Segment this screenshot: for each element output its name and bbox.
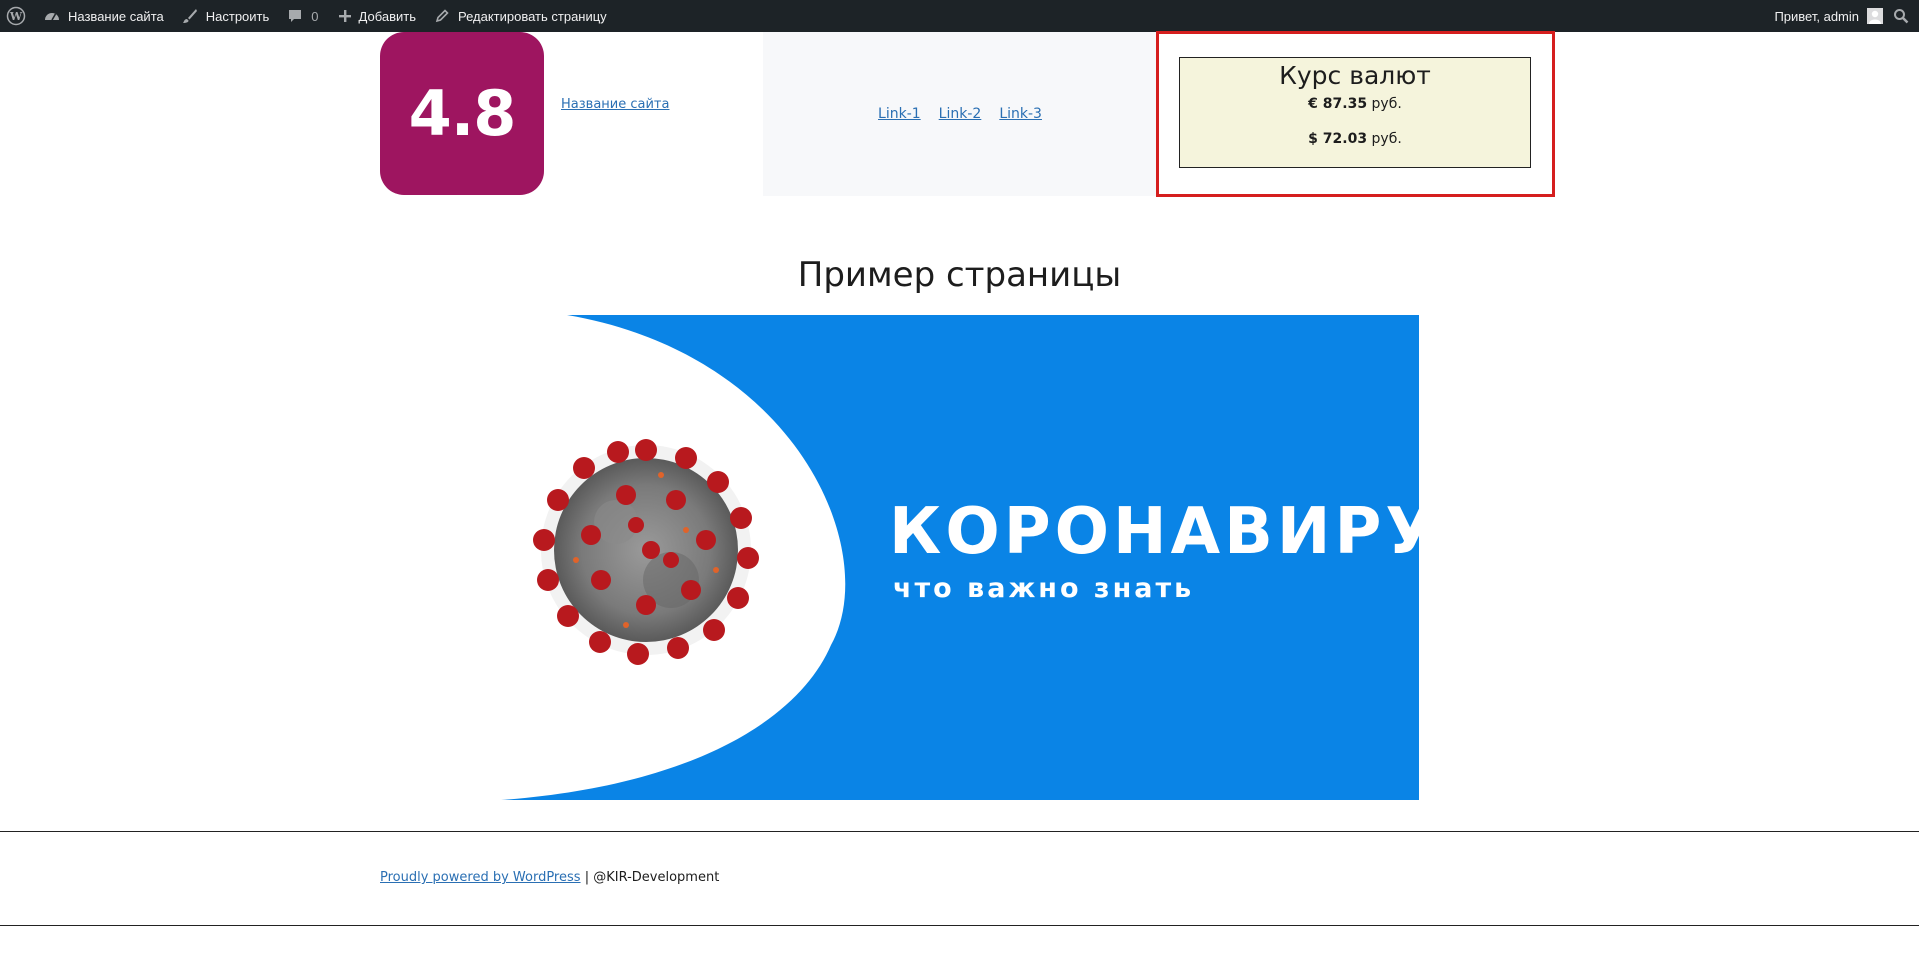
powered-by-link[interactable]: Proudly powered by WordPress xyxy=(380,870,581,885)
footer-divider-top xyxy=(0,831,1919,832)
nav-link-2[interactable]: Link-2 xyxy=(939,106,982,122)
rate-dollar: $ 72.03 руб. xyxy=(1180,130,1530,148)
avatar xyxy=(1867,8,1883,24)
currency-title: Курс валют xyxy=(1279,61,1431,90)
nav-link-1[interactable]: Link-1 xyxy=(878,106,921,122)
customize-menu[interactable]: Настроить xyxy=(172,0,278,32)
footer-separator: | xyxy=(584,870,590,885)
banner-title: КОРОНАВИРУС xyxy=(889,495,1419,569)
footer-divider-bottom xyxy=(0,925,1919,926)
rate-euro: € 87.35 руб. xyxy=(1180,95,1530,113)
banner-subtitle: что важно знать xyxy=(893,573,1195,604)
admin-bar-right: Привет, admin xyxy=(1766,0,1919,32)
admin-bar-left: W Название сайта Настроить 0 Добавить Ре… xyxy=(0,0,615,32)
wordpress-logo-menu[interactable]: W xyxy=(0,0,34,32)
footer-credit: @KIR-Development xyxy=(593,870,720,885)
euro-value: 87.35 xyxy=(1322,96,1368,112)
coronavirus-banner-image: КОРОНАВИРУС что важно знать xyxy=(501,315,1419,800)
brush-icon xyxy=(180,6,200,26)
site-name-label: Название сайта xyxy=(68,8,164,24)
site-name-menu[interactable]: Название сайта xyxy=(34,0,172,32)
main-navigation: Link-1 Link-2 Link-3 xyxy=(763,32,1157,196)
site-logo[interactable]: 4.8 xyxy=(380,32,544,195)
comments-menu[interactable]: 0 xyxy=(277,0,326,32)
wordpress-logo-icon: W xyxy=(6,6,26,26)
admin-bar: W Название сайта Настроить 0 Добавить Ре… xyxy=(0,0,1919,32)
edit-page-menu[interactable]: Редактировать страницу xyxy=(424,0,615,32)
add-new-menu[interactable]: Добавить xyxy=(327,0,424,32)
dollar-unit: руб. xyxy=(1371,131,1402,147)
comments-count: 0 xyxy=(311,8,319,24)
search-icon xyxy=(1893,8,1909,24)
dollar-symbol: $ xyxy=(1308,131,1318,147)
site-logo-text: 4.8 xyxy=(408,77,517,150)
greeting-label: Привет, admin xyxy=(1774,8,1859,24)
euro-unit: руб. xyxy=(1371,96,1402,112)
add-new-label: Добавить xyxy=(358,8,416,24)
site-footer: Proudly powered by WordPress | @KIR-Deve… xyxy=(380,870,719,885)
currency-widget: Курс валют € 87.35 руб. $ 72.03 руб. xyxy=(1156,31,1555,197)
nav-link-3[interactable]: Link-3 xyxy=(999,106,1042,122)
dollar-value: 72.03 xyxy=(1322,131,1368,147)
page-title: Пример страницы xyxy=(797,255,1122,295)
dashboard-icon xyxy=(42,6,62,26)
search-button[interactable] xyxy=(1889,0,1919,32)
plus-icon xyxy=(335,6,355,26)
euro-symbol: € xyxy=(1308,96,1318,112)
currency-widget-box: Курс валют € 87.35 руб. $ 72.03 руб. xyxy=(1179,57,1531,168)
pencil-icon xyxy=(432,6,452,26)
customize-label: Настроить xyxy=(205,8,270,24)
my-account-menu[interactable]: Привет, admin xyxy=(1766,0,1889,32)
edit-page-label: Редактировать страницу xyxy=(457,8,607,24)
svg-text:W: W xyxy=(9,10,23,23)
comment-bubble-icon xyxy=(285,6,305,26)
site-title-link[interactable]: Название сайта xyxy=(561,97,669,112)
